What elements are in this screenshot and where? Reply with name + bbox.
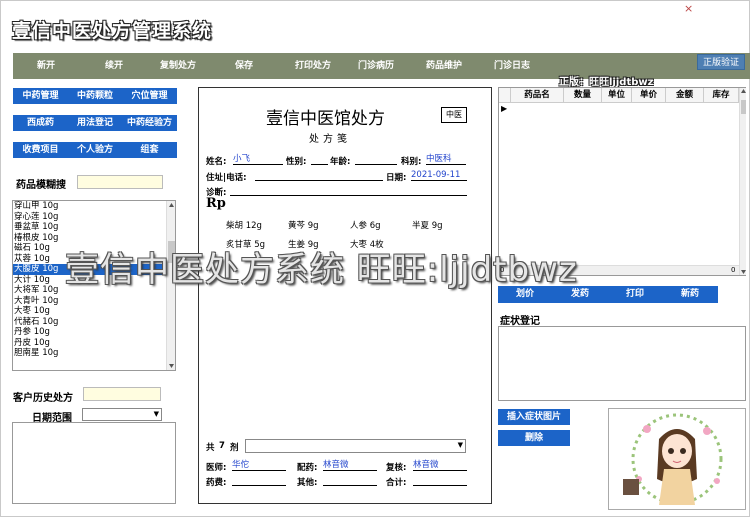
list-item[interactable]: 穿山甲 10g	[13, 201, 175, 212]
classic-formula-button[interactable]: 中药经验方	[122, 115, 177, 131]
grid-header-drug-name[interactable]: 药品名	[511, 88, 564, 103]
cartoon-girl-image	[623, 413, 723, 505]
total-label: 合计:	[386, 478, 407, 488]
history-list[interactable]	[12, 422, 176, 504]
drug-search-input[interactable]	[77, 175, 163, 189]
rx-badge: 中医	[441, 107, 467, 123]
preset-group-button[interactable]: 组套	[122, 142, 177, 158]
grid-header-amount[interactable]: 金额	[666, 88, 704, 103]
dept-label: 科别:	[401, 157, 422, 167]
rx-subtitle: 处方笺	[309, 134, 351, 145]
list-item[interactable]: 胆南星 10g	[13, 348, 175, 359]
rx-title: 壹信中医馆处方	[266, 109, 385, 129]
date-field[interactable]: 2021-09-11	[411, 170, 467, 181]
dept-field[interactable]: 中医科	[426, 154, 466, 165]
total-field[interactable]	[413, 475, 467, 486]
gender-field[interactable]	[311, 154, 328, 165]
address-phone-field[interactable]	[255, 170, 383, 181]
usage-select[interactable]: ▼	[245, 439, 466, 453]
list-item[interactable]: 垂盆草 10g	[13, 222, 175, 233]
symptom-textarea[interactable]	[498, 326, 746, 401]
customer-history-label: 客户历史处方	[13, 393, 73, 404]
version-text: 正版：旺旺ljjdtbwz	[559, 77, 654, 88]
check-label: 复核:	[386, 463, 407, 473]
dose-count-suffix: 剂	[230, 443, 239, 453]
date-label: 日期:	[386, 173, 407, 183]
herb-item[interactable]: 柴胡 12g	[226, 219, 262, 231]
rp-symbol: Rp	[206, 196, 226, 211]
herb-item[interactable]: 半夏 9g	[412, 219, 443, 231]
gender-label: 性别:	[286, 157, 307, 167]
dispense-field[interactable]: 林音微	[323, 460, 377, 471]
row-marker-icon: ▶	[501, 104, 508, 113]
fee-items-button[interactable]: 收费项目	[13, 142, 68, 158]
symptom-image[interactable]	[608, 408, 746, 510]
fee-label: 药费:	[206, 478, 227, 488]
age-label: 年龄:	[330, 157, 351, 167]
new-button[interactable]: 新开	[20, 53, 72, 79]
fee-field[interactable]	[232, 475, 286, 486]
grid-header-stock[interactable]: 库存	[704, 88, 739, 103]
doctor-label: 医师:	[206, 463, 227, 473]
herb-item[interactable]: 人参 6g	[350, 219, 381, 231]
drug-search-label: 药品模糊搜	[16, 180, 66, 191]
grid-corner	[499, 88, 511, 103]
herb-granule-button[interactable]: 中药颗粒	[68, 88, 122, 104]
dose-count-value: 7	[219, 441, 225, 451]
chevron-down-icon: ▼	[153, 410, 159, 418]
clinic-log-button[interactable]: 门诊日志	[486, 53, 538, 79]
list-item[interactable]: 穿心莲 10g	[13, 212, 175, 223]
doctor-field[interactable]: 华佗	[232, 460, 286, 471]
new-drug-button[interactable]: 新药	[670, 286, 710, 303]
grid-header-unit[interactable]: 单位	[602, 88, 632, 103]
save-button[interactable]: 保存	[218, 53, 270, 79]
list-item[interactable]: 大枣 10g	[13, 306, 175, 317]
print-button[interactable]: 打印	[615, 286, 655, 303]
list-item[interactable]: 大青叶 10g	[13, 296, 175, 307]
watermark-text: 壹信中医处方系统 旺旺:ljjdtbwz	[65, 250, 578, 290]
dispense-label: 配药:	[297, 463, 318, 473]
drug-maintenance-button[interactable]: 药品维护	[418, 53, 470, 79]
symptom-label: 症状登记	[500, 316, 540, 327]
grid-header-quantity[interactable]: 数量	[564, 88, 602, 103]
continue-button[interactable]: 续开	[88, 53, 140, 79]
close-icon[interactable]: ×	[684, 2, 693, 15]
list-item[interactable]: 代赭石 10g	[13, 317, 175, 328]
list-item[interactable]: 丹参 10g	[13, 327, 175, 338]
grid-scrollbar[interactable]	[739, 88, 746, 275]
other-field[interactable]	[323, 475, 377, 486]
western-medicine-button[interactable]: 西成药	[13, 115, 68, 131]
personal-formula-button[interactable]: 个人验方	[68, 142, 122, 158]
usage-register-button[interactable]: 用法登记	[68, 115, 122, 131]
customer-history-input[interactable]	[83, 387, 161, 401]
delete-image-button[interactable]: 删除	[498, 430, 570, 446]
name-field[interactable]: 小飞	[233, 154, 283, 165]
herb-item[interactable]: 黄芩 9g	[288, 219, 319, 231]
chevron-down-icon: ▼	[457, 441, 463, 449]
grid-header-price[interactable]: 单价	[632, 88, 666, 103]
print-rx-button[interactable]: 打印处方	[287, 53, 339, 79]
age-field[interactable]	[355, 154, 397, 165]
app-title: 壹信中医处方管理系统	[12, 20, 213, 42]
name-label: 姓名:	[206, 157, 227, 167]
diagnosis-field[interactable]	[230, 185, 467, 196]
insert-symptom-image-button[interactable]: 插入症状图片	[498, 409, 570, 425]
acupoint-button[interactable]: 穴位管理	[122, 88, 177, 104]
grid-zero-right: 0	[731, 266, 736, 274]
address-phone-label: 住址|电话:	[206, 173, 247, 183]
medical-record-button[interactable]: 门诊病历	[350, 53, 402, 79]
list-item[interactable]: 丹皮 10g	[13, 338, 175, 349]
copy-rx-button[interactable]: 复制处方	[152, 53, 204, 79]
scrollbar-arrows-icon	[741, 89, 746, 274]
date-range-select[interactable]: ▼	[82, 408, 162, 421]
check-field[interactable]: 林音微	[413, 460, 467, 471]
license-verify-button[interactable]: 正版验证	[697, 54, 745, 70]
other-label: 其他:	[297, 478, 318, 488]
herb-management-button[interactable]: 中药管理	[13, 88, 68, 104]
dose-count-prefix: 共	[206, 443, 215, 453]
